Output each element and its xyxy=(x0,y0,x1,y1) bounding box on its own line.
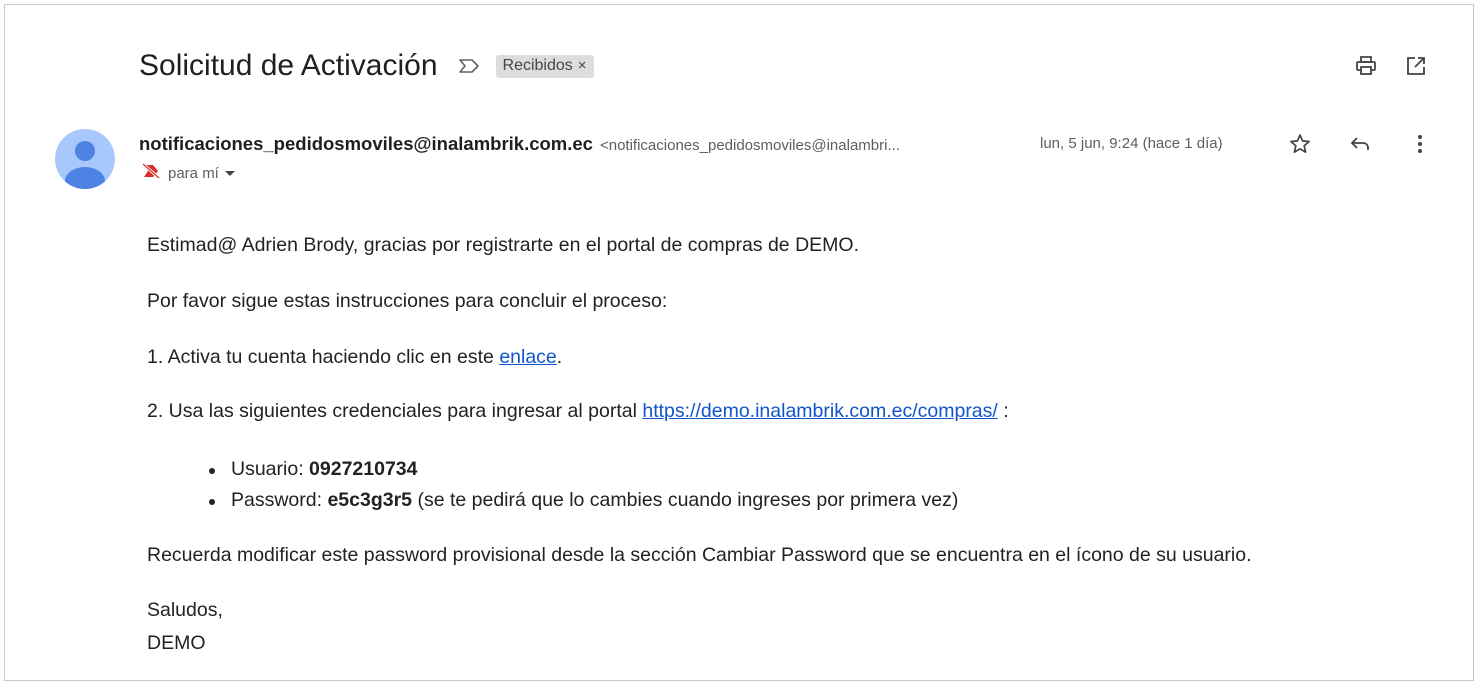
person-avatar-icon xyxy=(55,129,115,189)
step-1-end: . xyxy=(556,346,563,368)
list-item-username: Usuario: 0927210734 xyxy=(209,454,958,485)
sender-email: <notificaciones_pedidosmoviles@inalambri… xyxy=(599,137,900,154)
step-2-text: 2. Usa las siguientes credenciales para … xyxy=(147,400,643,422)
label-chip-text: Recibidos xyxy=(502,56,573,74)
credentials-list: Usuario: 0927210734 Password: e5c3g3r5 (… xyxy=(209,454,958,516)
list-item-password: Password: e5c3g3r5 (se te pedirá que lo … xyxy=(209,485,958,516)
password-note: (se te pedirá que lo cambies cuando ingr… xyxy=(412,489,959,511)
more-vert-icon[interactable] xyxy=(1407,131,1433,157)
step-2-end: : xyxy=(1003,400,1009,422)
instructions-text: Por favor sigue estas instrucciones para… xyxy=(147,290,668,312)
top-actions xyxy=(1353,53,1429,79)
signature-text: DEMO xyxy=(147,632,206,654)
email-view: Solicitud de Activación Recibidos × noti… xyxy=(4,4,1474,681)
activation-link[interactable]: enlace xyxy=(499,346,556,368)
recipient-label: para mí xyxy=(168,164,219,182)
message-actions xyxy=(1287,131,1433,157)
important-marker-icon[interactable] xyxy=(458,56,482,76)
username-value: 0927210734 xyxy=(309,458,418,480)
greeting-text: Estimad@ Adrien Brody, gracias por regis… xyxy=(147,234,859,256)
open-in-new-window-icon[interactable] xyxy=(1403,53,1429,79)
subject-row: Solicitud de Activación Recibidos × xyxy=(139,43,594,89)
email-subject: Solicitud de Activación xyxy=(139,49,438,82)
remove-label-icon[interactable]: × xyxy=(578,57,587,74)
recipient-line[interactable]: para mí xyxy=(142,162,235,183)
reply-icon[interactable] xyxy=(1347,131,1373,157)
star-icon[interactable] xyxy=(1287,131,1313,157)
not-important-icon xyxy=(142,162,160,183)
step-1: 1. Activa tu cuenta haciendo clic en est… xyxy=(147,346,562,369)
username-label: Usuario: xyxy=(231,458,310,480)
step-1-text: 1. Activa tu cuenta haciendo clic en est… xyxy=(147,346,500,368)
password-value: e5c3g3r5 xyxy=(327,489,413,511)
sender-name[interactable]: notificaciones_pedidosmoviles@inalambrik… xyxy=(139,133,593,154)
email-date: lun, 5 jun, 9:24 (hace 1 día) xyxy=(1040,135,1223,152)
sender-line: notificaciones_pedidosmoviles@inalambrik… xyxy=(139,133,900,155)
label-chip-inbox[interactable]: Recibidos × xyxy=(495,54,594,78)
print-icon[interactable] xyxy=(1353,53,1379,79)
chevron-down-icon[interactable] xyxy=(224,170,235,176)
reminder-text: Recuerda modificar este password provisi… xyxy=(147,544,1252,566)
password-label: Password: xyxy=(231,489,328,511)
closing-text: Saludos, xyxy=(147,599,223,621)
step-2: 2. Usa las siguientes credenciales para … xyxy=(147,400,1009,423)
portal-link[interactable]: https://demo.inalambrik.com.ec/compras/ xyxy=(642,400,997,422)
